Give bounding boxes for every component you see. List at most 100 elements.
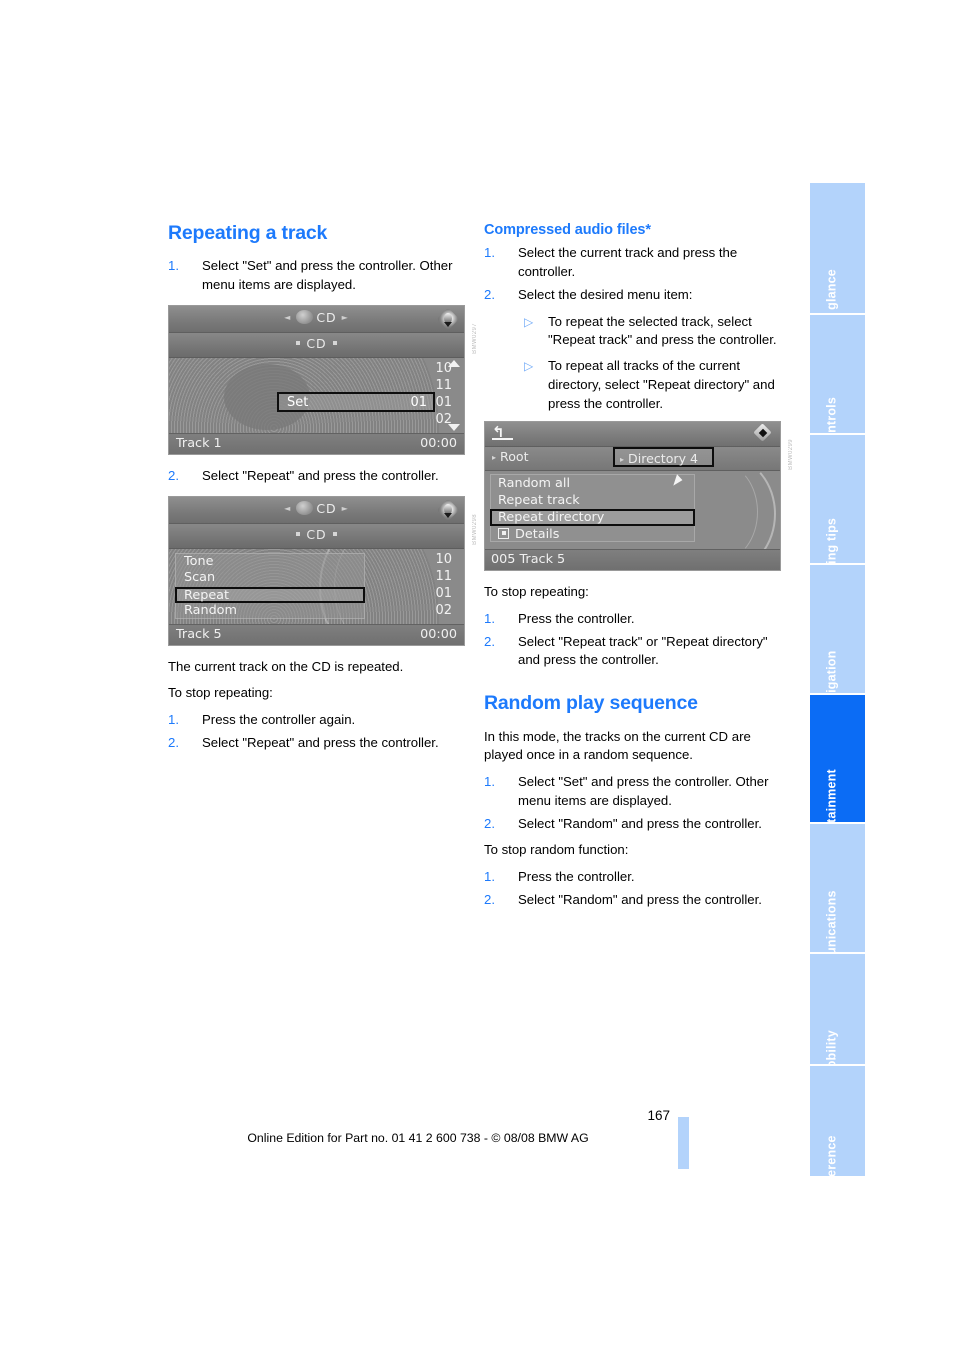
track-number: 02	[435, 411, 452, 427]
scroll-up-arrow-icon	[448, 359, 460, 367]
right-square-icon	[332, 340, 337, 345]
repeating-track-steps-2: 2. Select "Repeat" and press the control…	[168, 467, 468, 486]
stop-repeating-heading: To stop repeating:	[168, 685, 273, 701]
right-arrow-icon: ►	[341, 312, 349, 322]
menu-item-scan[interactable]: Scan	[176, 570, 364, 587]
list-item: ▷ To repeat the selected track, select "…	[518, 313, 784, 350]
stop-random-steps: 1. Press the controller. 2. Select "Rand…	[484, 868, 784, 909]
track-number: 11	[435, 568, 452, 584]
checkbox-icon	[498, 528, 509, 540]
list-item: 1. Select the current track and press th…	[484, 244, 784, 281]
step-number: 1.	[484, 611, 495, 626]
step-number: 2.	[484, 815, 495, 831]
menu-item-repeat-directory[interactable]: Repeat directory	[490, 509, 695, 527]
left-square-icon	[296, 531, 301, 536]
thumb-index-sidebar: At a glance Controls Driving tips Naviga…	[810, 183, 865, 1176]
idrive-top-bar: ◄ CD ►	[169, 305, 464, 333]
step-text: Select "Set" and press the controller. O…	[202, 258, 453, 293]
directory-options-menu: Random all Repeat track Repeat directory…	[490, 474, 695, 543]
sidebar-tab-driving-tips[interactable]: Driving tips	[810, 435, 865, 563]
menu-item-random-all[interactable]: Random all	[491, 475, 694, 492]
triangle-bullet-icon: ▷	[524, 359, 534, 374]
idrive-footer: Track 5 00:00	[169, 623, 464, 645]
right-arrow-icon: ►	[341, 503, 349, 513]
sidebar-tab-mobility[interactable]: Mobility	[810, 954, 865, 1064]
triangle-bullet-icon: ▷	[524, 314, 534, 329]
figure-directory-menu: ↰ ▸ Root ▸ Directory 4 Random all Repeat…	[484, 421, 794, 572]
menu-item-details[interactable]: Details	[491, 526, 694, 543]
cd-disc-icon	[296, 309, 314, 324]
menu-item-repeat-track[interactable]: Repeat track	[491, 492, 694, 509]
idrive-top-bar: ◄ CD ►	[169, 496, 464, 524]
step-text: Select "Random" and press the controller…	[518, 815, 762, 831]
triangle-icon: ▸	[620, 455, 625, 465]
idrive-footer: 005 Track 5	[485, 549, 780, 571]
arc-decoration	[684, 471, 758, 550]
current-track-label: Track 5	[176, 626, 222, 642]
elapsed-time: 00:00	[420, 626, 457, 642]
joystick-icon	[436, 498, 460, 521]
list-item: 1. Press the controller.	[484, 868, 784, 887]
idrive-second-bar: CD	[169, 523, 464, 549]
step-number: 2.	[484, 891, 495, 907]
left-arrow-icon: ◄	[284, 503, 292, 513]
selection-value: 01	[410, 394, 427, 410]
list-item: ▷ To repeat all tracks of the current di…	[518, 357, 784, 413]
sidebar-tab-reference[interactable]: Reference	[810, 1066, 865, 1176]
idrive-screen: ◄ CD ► CD Tone Scan Repeat Random 10 11 …	[168, 495, 465, 646]
sidebar-tab-label: Driving tips	[824, 517, 838, 563]
left-column: Repeating a track 1. Select "Set" and pr…	[168, 222, 478, 761]
figure-reference-code: BMW0297	[472, 322, 478, 354]
list-item: 1. Press the controller again.	[168, 711, 468, 730]
right-column: Compressed audio files* 1. Select the cu…	[484, 222, 794, 918]
menu-item-details-label: Details	[515, 527, 560, 543]
idrive-body: 10 11 01 02 Set 01	[169, 357, 464, 433]
page-title: Repeating a track	[168, 222, 328, 244]
breadcrumb-root[interactable]: ▸ Root	[492, 449, 529, 464]
step-text: Select the desired menu item:	[518, 286, 693, 302]
sidebar-tab-label: At a glance	[824, 268, 838, 313]
joystick-icon	[436, 307, 460, 331]
sidebar-tab-controls[interactable]: Controls	[810, 315, 865, 433]
track-number: 10	[435, 551, 452, 567]
stop-random-heading: To stop random function:	[484, 842, 629, 858]
selection-label: Set	[287, 394, 309, 410]
track-number-column: 10 11 01 02	[418, 551, 452, 619]
stop-repeating-steps: 1. Press the controller again. 2. Select…	[168, 711, 468, 752]
sidebar-tab-at-a-glance[interactable]: At a glance	[810, 183, 865, 313]
back-arrow-icon[interactable]: ↰	[492, 425, 514, 441]
right-square-icon	[332, 531, 337, 536]
triangle-icon: ▸	[492, 453, 497, 463]
current-track-label: 005 Track 5	[491, 552, 566, 568]
current-track-label: Track 1	[176, 435, 222, 451]
step-text: Press the controller.	[518, 869, 635, 885]
menu-item-repeat[interactable]: Repeat	[175, 586, 365, 604]
sidebar-tab-communications[interactable]: Communications	[810, 824, 865, 952]
step-number: 1.	[168, 712, 179, 728]
figure-cd-repeat-menu: ◄ CD ► CD Tone Scan Repeat Random 10 11 …	[168, 495, 478, 646]
selection-highlight-set[interactable]: Set 01	[277, 391, 435, 412]
list-item: 2. Select "Repeat" and press the control…	[168, 734, 468, 753]
idrive-screen: ↰ ▸ Root ▸ Directory 4 Random all Repeat…	[484, 421, 781, 572]
step-number: 2.	[168, 734, 179, 750]
sidebar-tab-entertainment[interactable]: Entertainment	[810, 695, 865, 822]
elapsed-time: 00:00	[420, 435, 457, 451]
menu-item-random[interactable]: Random	[176, 603, 364, 620]
menu-item-tone[interactable]: Tone	[176, 554, 364, 571]
step-number: 2.	[168, 467, 179, 483]
figure-reference-code: BMW0299	[788, 439, 794, 471]
sidebar-tab-navigation[interactable]: Navigation	[810, 565, 865, 693]
breadcrumb-directory[interactable]: ▸ Directory 4	[613, 447, 715, 468]
mode-text: CD	[306, 335, 327, 351]
stop-repeating-heading: To stop repeating:	[484, 584, 589, 600]
random-play-steps: 1. Select "Set" and press the controller…	[484, 773, 784, 833]
step-text: Select "Repeat" and press the controller…	[202, 734, 439, 750]
repeating-track-steps: 1. Select "Set" and press the controller…	[168, 257, 468, 294]
list-item: 2. Select "Random" and press the control…	[484, 891, 784, 910]
edition-notice: Online Edition for Part no. 01 41 2 600 …	[247, 1131, 589, 1145]
idrive-body: Tone Scan Repeat Random 10 11 01 02	[169, 548, 464, 624]
step-number: 1.	[168, 258, 179, 274]
sub-bullet-text: To repeat the selected track, select "Re…	[548, 313, 777, 348]
figure-reference-code: BMW0298	[472, 513, 478, 545]
